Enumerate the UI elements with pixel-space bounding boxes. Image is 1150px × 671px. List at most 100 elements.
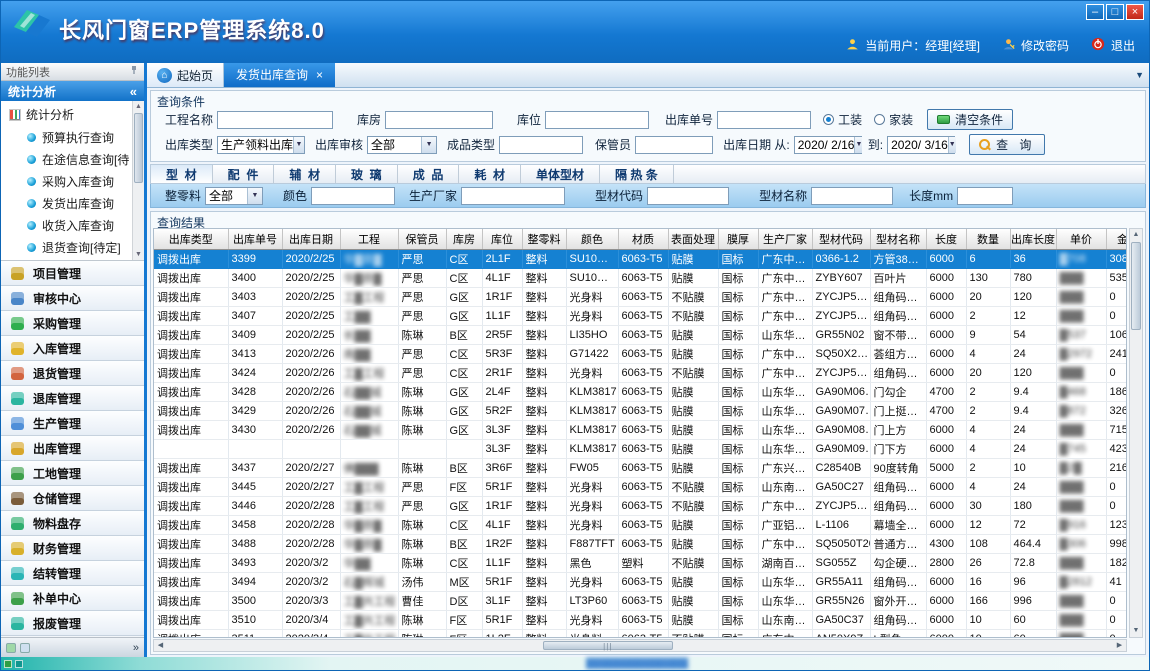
column-header[interactable]: 保管员	[398, 229, 446, 249]
column-header[interactable]: 工程	[340, 229, 398, 249]
column-header[interactable]: 材质	[618, 229, 668, 249]
scroll-up-icon[interactable]: ▲	[1130, 229, 1142, 241]
outbound-audit-select[interactable]: 全部 ▼	[367, 136, 437, 154]
sidebar-item-project[interactable]: 项目管理	[1, 261, 144, 286]
sidebar-item-audit[interactable]: 审核中心	[1, 286, 144, 311]
scroll-right-icon[interactable]: ▶	[1113, 640, 1126, 651]
panel-icon-a[interactable]	[6, 643, 16, 653]
table-row[interactable]: 调拨出库34282020/2/26石▓▓城陈琳G区2L4F整料KLM381760…	[154, 382, 1127, 401]
minimize-button[interactable]: –	[1086, 4, 1104, 20]
tree-scrollbar[interactable]: ▲ ▼	[132, 101, 144, 260]
profile-code-input[interactable]	[647, 187, 729, 205]
table-row[interactable]: 调拨出库34072020/2/25工▓▓严思G区1L1F整料光身料6063-T5…	[154, 306, 1127, 325]
column-header[interactable]: 表面处理	[668, 229, 718, 249]
tab-home[interactable]: ⌂ 起始页	[147, 63, 224, 87]
material-tab[interactable]: 单体型材	[521, 165, 600, 183]
table-row[interactable]: 调拨出库34132020/2/26南▓▓严思C区5R3F整料G714226063…	[154, 344, 1127, 363]
column-header[interactable]: 型材名称	[870, 229, 926, 249]
table-row[interactable]: 调拨出库34092020/2/25长▓▓陈琳B区2R5F整料LI35HO6063…	[154, 325, 1127, 344]
close-button[interactable]: ×	[1126, 4, 1144, 20]
column-header[interactable]: 颜色	[566, 229, 618, 249]
table-row[interactable]: 调拨出库34452020/2/27工▓工程严思F区5R1F整料光身料6063-T…	[154, 477, 1127, 496]
column-header[interactable]: 出库单号	[228, 229, 282, 249]
more-panels-icon[interactable]: »	[133, 642, 139, 654]
scroll-down-icon[interactable]: ▼	[1130, 625, 1142, 637]
column-header[interactable]: 生产厂家	[758, 229, 812, 249]
radio-jiazhuang[interactable]: 家装	[874, 111, 913, 128]
sidebar-item-return-store[interactable]: 退库管理	[1, 386, 144, 411]
date-from-picker[interactable]: 2020/ 2/16 ▼	[794, 136, 862, 154]
material-tab[interactable]: 隔 热 条	[600, 165, 674, 183]
maximize-button[interactable]: □	[1106, 4, 1124, 20]
vertical-scrollbar[interactable]: ▲ ▼	[1129, 228, 1143, 638]
sidebar-item-replenish[interactable]: 补单中心	[1, 586, 144, 611]
column-header[interactable]: 出库类型	[154, 229, 228, 249]
search-button[interactable]: 查 询	[969, 134, 1045, 155]
table-row[interactable]: 调拨出库35112020/3/4工▓共工程陈琳F区1L2F整料光身料6063-T…	[154, 629, 1127, 638]
material-tab[interactable]: 玻 璃	[336, 165, 398, 183]
sidebar-item-scrap[interactable]: 报废管理	[1, 611, 144, 636]
material-tab[interactable]: 型 材	[151, 165, 213, 183]
sidebar-item-warehouse[interactable]: 仓储管理	[1, 486, 144, 511]
product-type-input[interactable]	[499, 136, 583, 154]
stats-section-header[interactable]: 统计分析 «	[1, 81, 144, 101]
scroll-up-icon[interactable]: ▲	[133, 101, 144, 112]
date-to-picker[interactable]: 2020/ 3/16 ▼	[887, 136, 955, 154]
tree-item[interactable]: 库存管理[待定]	[1, 258, 144, 261]
sidebar-item-return-goods[interactable]: 退货管理	[1, 361, 144, 386]
tree-item[interactable]: 在途信息查询[待	[1, 148, 144, 170]
tree-item[interactable]: 退货查询[待定]	[1, 236, 144, 258]
horizontal-scrollbar[interactable]: ◀ ||| ▶	[153, 639, 1127, 652]
tab-overflow-icon[interactable]: ▼	[1135, 70, 1144, 80]
tree-item[interactable]: 采购入库查询	[1, 170, 144, 192]
pin-icon[interactable]	[129, 65, 139, 78]
table-row[interactable]: 调拨出库35002020/3/3工▓共工程曹佳D区3L1F整料LT3P60606…	[154, 591, 1127, 610]
material-tab[interactable]: 耗 材	[459, 165, 521, 183]
tree-item[interactable]: 发货出库查询	[1, 192, 144, 214]
column-header[interactable]: 出库日期	[282, 229, 340, 249]
tree-root[interactable]: 统计分析	[1, 104, 144, 126]
column-header[interactable]: 膜厚	[718, 229, 758, 249]
column-header[interactable]: 金额	[1106, 229, 1127, 249]
table-row[interactable]: 调拨出库34302020/2/26石▓▓城陈琳G区3L3F整料KLM381760…	[154, 420, 1127, 439]
scroll-down-icon[interactable]: ▼	[133, 249, 144, 260]
column-header[interactable]: 库房	[446, 229, 482, 249]
column-header[interactable]: 出库长度	[1010, 229, 1056, 249]
table-row[interactable]: 调拨出库34932020/3/2华▓▓陈琳C区1L1F整料黑色塑料不贴膜国标湖南…	[154, 553, 1127, 572]
collapse-icon[interactable]: «	[130, 84, 137, 99]
material-tab[interactable]: 辅 材	[274, 165, 336, 183]
table-row[interactable]: 调拨出库34372020/2/27佛▓▓▓陈琳B区3R6F整料FW056063-…	[154, 458, 1127, 477]
column-header[interactable]: 整零料	[522, 229, 566, 249]
horizontal-scroll-thumb[interactable]: |||	[543, 641, 673, 650]
length-input[interactable]	[957, 187, 1013, 205]
tab-close-icon[interactable]: ×	[316, 69, 323, 81]
scroll-left-icon[interactable]: ◀	[154, 640, 167, 651]
sidebar-item-purchase[interactable]: 采购管理	[1, 311, 144, 336]
sidebar-item-inbound[interactable]: 入库管理	[1, 336, 144, 361]
tree-item[interactable]: 收货入库查询	[1, 214, 144, 236]
outbound-type-select[interactable]: 生产领料出库 ▼	[217, 136, 305, 154]
column-header[interactable]: 型材代码	[812, 229, 870, 249]
table-row[interactable]: 调拨出库34002020/2/25华▓原▓严思C区4L1F整料SU10…6063…	[154, 268, 1127, 287]
panel-icon-b[interactable]	[20, 643, 30, 653]
table-row[interactable]: 调拨出库35102020/3/4工▓共工程陈琳F区5R1F整料光身料6063-T…	[154, 610, 1127, 629]
column-header[interactable]: 单价	[1056, 229, 1106, 249]
tab-shipping-outbound-query[interactable]: 发货出库查询 ×	[224, 63, 335, 87]
project-name-input[interactable]	[217, 111, 333, 129]
table-row[interactable]: 3L3F整料KLM38176063-T5贴膜国标山东华…GA90M09…门下方6…	[154, 439, 1127, 458]
table-row[interactable]: 调拨出库34032020/2/25工▓工程严思G区1R1F整料光身料6063-T…	[154, 287, 1127, 306]
whole-piece-select[interactable]: 全部 ▼	[205, 187, 263, 205]
clear-conditions-button[interactable]: 清空条件	[927, 109, 1013, 130]
table-row[interactable]: 调拨出库34582020/2/28华▓原▓陈琳C区4L1F整料光身料6063-T…	[154, 515, 1127, 534]
material-tab[interactable]: 成 品	[398, 165, 460, 183]
manufacturer-input[interactable]	[461, 187, 565, 205]
warehouse-input[interactable]	[385, 111, 493, 129]
column-header[interactable]: 数量	[966, 229, 1010, 249]
tree-scroll-thumb[interactable]	[134, 113, 143, 183]
logout-button[interactable]: 退出	[1111, 37, 1135, 54]
vertical-scroll-thumb[interactable]	[1131, 242, 1141, 330]
sidebar-item-site[interactable]: 工地管理	[1, 461, 144, 486]
table-row[interactable]: 调拨出库34292020/2/26石▓▓城陈琳G区5R2F整料KLM381760…	[154, 401, 1127, 420]
material-tab[interactable]: 配 件	[213, 165, 275, 183]
table-row[interactable]: 调拨出库34462020/2/28工▓工程严思G区1R1F整料光身料6063-T…	[154, 496, 1127, 515]
